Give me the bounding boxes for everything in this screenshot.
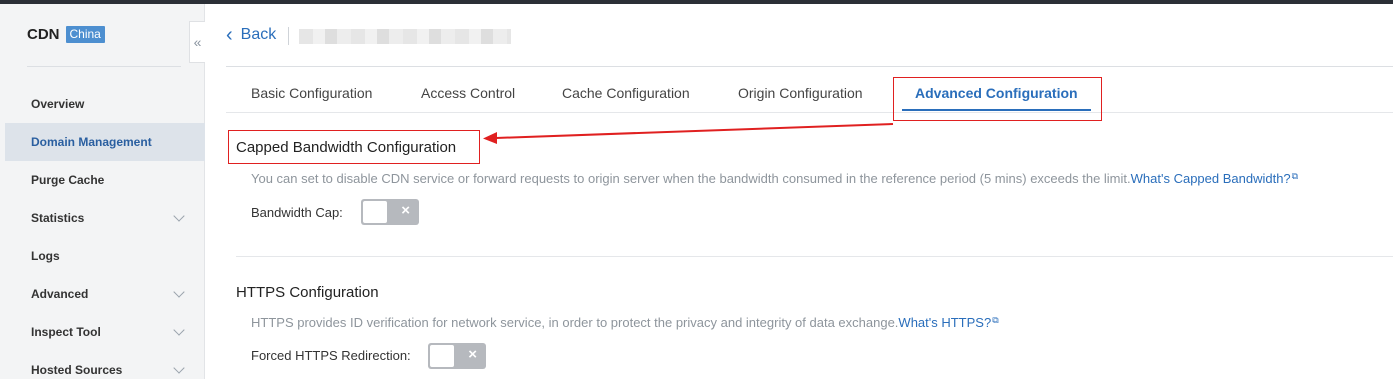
forced-https-label: Forced HTTPS Redirection: <box>251 348 411 363</box>
help-link-https[interactable]: What's HTTPS? <box>898 315 991 330</box>
description-text: HTTPS provides ID verification for netwo… <box>251 315 899 330</box>
section-description-bandwidth: You can set to disable CDN service or fo… <box>251 171 1298 186</box>
close-icon: × <box>468 346 477 363</box>
external-link-icon: ⧉ <box>992 315 999 325</box>
forced-https-toggle[interactable]: × <box>428 343 486 369</box>
toggle-knob <box>430 345 454 367</box>
section-divider <box>236 256 1393 257</box>
annotation-arrow-line <box>495 123 894 139</box>
help-link-capped-bandwidth[interactable]: What's Capped Bandwidth? <box>1131 171 1291 186</box>
section-title-https: HTTPS Configuration <box>236 284 379 301</box>
description-text: You can set to disable CDN service or fo… <box>251 171 1131 186</box>
close-icon: × <box>401 202 410 219</box>
annotation-arrow-head <box>483 132 497 144</box>
bandwidth-cap-label: Bandwidth Cap: <box>251 205 343 220</box>
bandwidth-cap-toggle[interactable]: × <box>361 199 419 225</box>
section-description-https: HTTPS provides ID verification for netwo… <box>251 315 999 330</box>
external-link-icon: ⧉ <box>1291 171 1299 181</box>
toggle-knob <box>363 201 387 223</box>
section-title-bandwidth: Capped Bandwidth Configuration <box>236 139 457 156</box>
